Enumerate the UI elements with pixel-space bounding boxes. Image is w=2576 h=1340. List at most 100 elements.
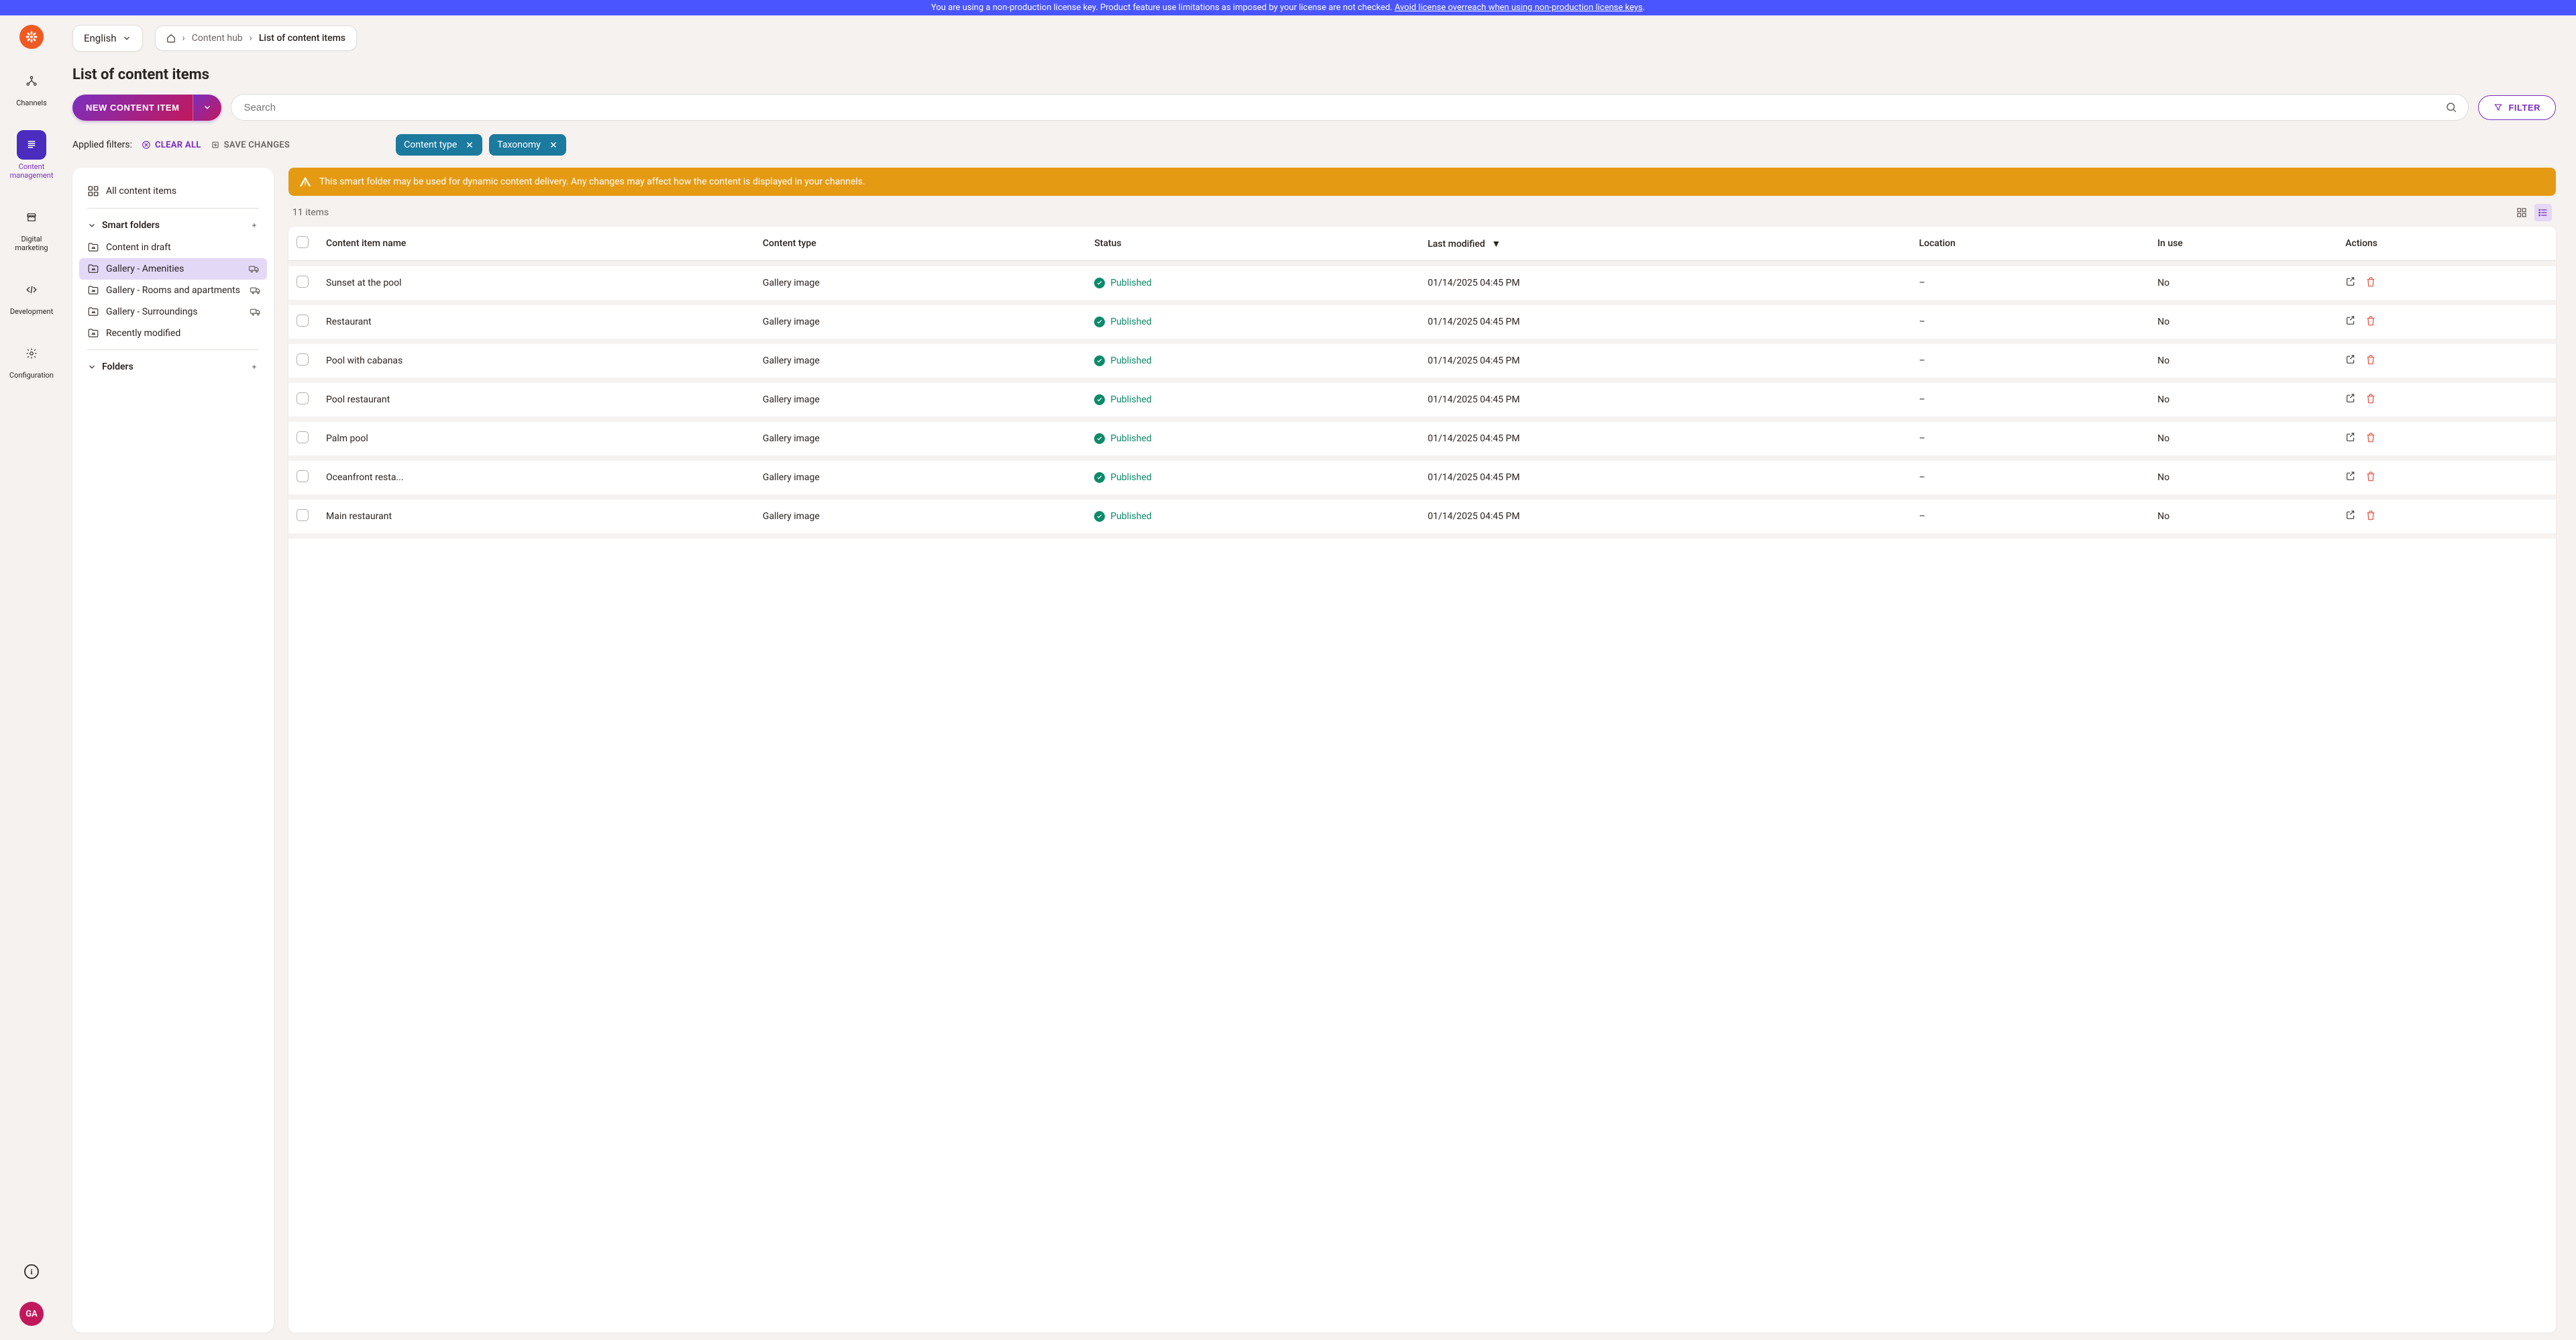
list-view-toggle[interactable]: [2534, 204, 2552, 221]
table-row[interactable]: Restaurant Gallery image Published 01/14…: [288, 305, 2556, 344]
search-box[interactable]: [231, 94, 2469, 121]
smart-folder-item[interactable]: Content in draft: [72, 237, 274, 258]
export-button[interactable]: [2345, 393, 2356, 406]
chevron-down-icon: [122, 34, 131, 43]
col-status[interactable]: Status: [1086, 227, 1419, 261]
row-checkbox[interactable]: [297, 470, 309, 482]
save-changes-button[interactable]: SAVE CHANGES: [211, 140, 290, 150]
export-button[interactable]: [2345, 315, 2356, 329]
delete-button[interactable]: [2365, 354, 2376, 368]
nav-item-configuration[interactable]: Configuration: [3, 333, 60, 385]
delete-button[interactable]: [2365, 315, 2376, 329]
channels-icon: [25, 75, 38, 87]
trash-icon: [2365, 510, 2376, 520]
col-location[interactable]: Location: [1911, 227, 2149, 261]
breadcrumb-content-hub[interactable]: Content hub: [192, 33, 243, 44]
export-button[interactable]: [2345, 276, 2356, 290]
breadcrumb-current: List of content items: [259, 33, 345, 44]
new-content-dropdown[interactable]: [193, 95, 221, 121]
nav-item-digital-marketing[interactable]: Digital marketing: [3, 197, 60, 258]
select-all-checkbox[interactable]: [297, 236, 309, 248]
all-content-items[interactable]: All content items: [72, 180, 274, 203]
row-checkbox[interactable]: [297, 509, 309, 521]
home-icon[interactable]: [166, 34, 176, 43]
col-type[interactable]: Content type: [755, 227, 1086, 261]
filter-tag[interactable]: Content type: [396, 134, 482, 156]
smart-folder-label: Content in draft: [106, 242, 262, 253]
add-folder-button[interactable]: [247, 359, 262, 374]
grid-view-toggle[interactable]: [2513, 204, 2530, 221]
export-icon: [2345, 393, 2356, 404]
smart-folder-item[interactable]: Gallery - Amenities: [79, 258, 267, 280]
smart-folder-icon: [87, 306, 99, 318]
smart-folder-icon: [87, 284, 99, 296]
cell-type: Gallery image: [755, 305, 1086, 344]
user-avatar[interactable]: GA: [19, 1302, 44, 1326]
export-button[interactable]: [2345, 432, 2356, 445]
cell-name: Palm pool: [318, 422, 755, 461]
export-button[interactable]: [2345, 354, 2356, 368]
chevron-right-icon: ›: [250, 33, 252, 44]
export-icon: [2345, 471, 2356, 482]
info-button[interactable]: i: [24, 1264, 39, 1279]
export-icon: [2345, 315, 2356, 326]
cell-type: Gallery image: [755, 461, 1086, 500]
table-row[interactable]: Palm pool Gallery image Published 01/14/…: [288, 422, 2556, 461]
smart-folders-header[interactable]: Smart folders: [72, 214, 274, 237]
row-checkbox[interactable]: [297, 315, 309, 327]
search-icon[interactable]: [2445, 101, 2457, 113]
close-icon[interactable]: [465, 140, 474, 150]
table-row[interactable]: Oceanfront resta... Gallery image Publis…: [288, 461, 2556, 500]
divider: [87, 208, 259, 209]
table-row[interactable]: Main restaurant Gallery image Published …: [288, 500, 2556, 539]
cell-actions: [2337, 383, 2556, 422]
nav-item-content-management[interactable]: Content management: [3, 125, 60, 185]
add-smart-folder-button[interactable]: [247, 218, 262, 233]
cell-status: Published: [1086, 383, 1419, 422]
nav-item-label: Content management: [6, 162, 57, 180]
filter-tag[interactable]: Taxonomy: [489, 134, 566, 156]
nav-item-development[interactable]: Development: [3, 270, 60, 321]
delete-button[interactable]: [2365, 510, 2376, 523]
language-select[interactable]: English: [72, 25, 143, 52]
content-table[interactable]: Content item name Content type Status La…: [288, 227, 2556, 1333]
delete-button[interactable]: [2365, 276, 2376, 290]
clear-all-button[interactable]: CLEAR ALL: [142, 140, 201, 150]
delete-button[interactable]: [2365, 432, 2376, 445]
cell-actions: [2337, 500, 2556, 539]
search-input[interactable]: [242, 101, 2445, 114]
smart-folder-item[interactable]: Recently modified: [72, 323, 274, 344]
cell-status: Published: [1086, 261, 1419, 305]
cell-type: Gallery image: [755, 383, 1086, 422]
brand-logo[interactable]: [19, 25, 44, 49]
license-banner-link[interactable]: Avoid license overreach when using non-p…: [1395, 3, 1643, 13]
smart-folder-item[interactable]: Gallery - Surroundings: [72, 301, 274, 323]
row-checkbox[interactable]: [297, 276, 309, 288]
col-name[interactable]: Content item name: [318, 227, 755, 261]
close-icon[interactable]: [549, 140, 558, 150]
status-label: Published: [1110, 472, 1151, 483]
shop-icon: [25, 211, 38, 223]
col-actions: Actions: [2337, 227, 2556, 261]
new-content-button[interactable]: NEW CONTENT ITEM: [72, 95, 193, 121]
row-checkbox[interactable]: [297, 392, 309, 404]
nav-item-channels[interactable]: Channels: [3, 61, 60, 113]
delete-button[interactable]: [2365, 471, 2376, 484]
table-row[interactable]: Pool restaurant Gallery image Published …: [288, 383, 2556, 422]
export-button[interactable]: [2345, 471, 2356, 484]
row-checkbox[interactable]: [297, 353, 309, 366]
export-button[interactable]: [2345, 510, 2356, 523]
col-in-use[interactable]: In use: [2149, 227, 2337, 261]
row-checkbox[interactable]: [297, 431, 309, 443]
cell-modified: 01/14/2025 04:45 PM: [1419, 461, 1911, 500]
folders-section-header[interactable]: Folders: [72, 355, 274, 378]
table-row[interactable]: Sunset at the pool Gallery image Publish…: [288, 261, 2556, 305]
filter-button[interactable]: FILTER: [2478, 95, 2556, 120]
cell-name: Restaurant: [318, 305, 755, 344]
status-check-icon: [1094, 394, 1105, 405]
smart-folder-item[interactable]: Gallery - Rooms and apartments: [72, 280, 274, 301]
table-row[interactable]: Pool with cabanas Gallery image Publishe…: [288, 344, 2556, 383]
warning-icon: [299, 176, 311, 188]
col-modified[interactable]: Last modified ▼: [1419, 227, 1911, 261]
delete-button[interactable]: [2365, 393, 2376, 406]
